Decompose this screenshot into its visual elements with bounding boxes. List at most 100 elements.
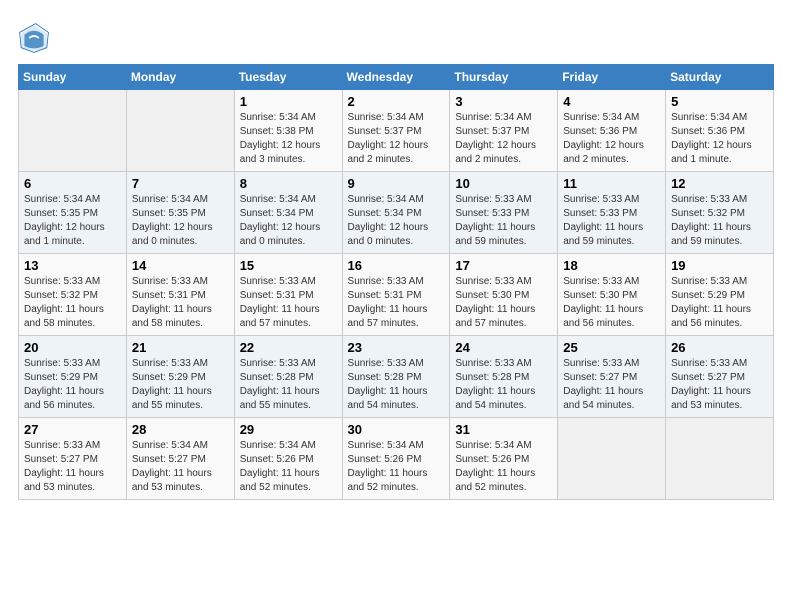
calendar-cell: 30 Sunrise: 5:34 AMSunset: 5:26 PMDayligh… (342, 418, 450, 500)
calendar-cell (558, 418, 666, 500)
day-number: 15 (240, 258, 337, 273)
day-info: Sunrise: 5:34 AMSunset: 5:37 PMDaylight:… (455, 111, 552, 167)
day-info: Sunrise: 5:33 AMSunset: 5:31 PMDaylight:… (240, 275, 337, 331)
day-number: 10 (455, 176, 552, 191)
calendar-cell: 7 Sunrise: 5:34 AMSunset: 5:35 PMDaylight… (126, 172, 234, 254)
day-number: 9 (348, 176, 445, 191)
calendar-cell: 21 Sunrise: 5:33 AMSunset: 5:29 PMDayligh… (126, 336, 234, 418)
day-info: Sunrise: 5:34 AMSunset: 5:36 PMDaylight:… (563, 111, 660, 167)
day-info: Sunrise: 5:33 AMSunset: 5:30 PMDaylight:… (563, 275, 660, 331)
calendar-cell: 14 Sunrise: 5:33 AMSunset: 5:31 PMDayligh… (126, 254, 234, 336)
calendar-cell: 29 Sunrise: 5:34 AMSunset: 5:26 PMDayligh… (234, 418, 342, 500)
calendar-cell: 27 Sunrise: 5:33 AMSunset: 5:27 PMDayligh… (19, 418, 127, 500)
day-info: Sunrise: 5:33 AMSunset: 5:29 PMDaylight:… (132, 357, 229, 413)
day-info: Sunrise: 5:34 AMSunset: 5:26 PMDaylight:… (240, 439, 337, 495)
day-number: 12 (671, 176, 768, 191)
day-info: Sunrise: 5:34 AMSunset: 5:35 PMDaylight:… (132, 193, 229, 249)
calendar-cell: 4 Sunrise: 5:34 AMSunset: 5:36 PMDaylight… (558, 90, 666, 172)
calendar-cell: 1 Sunrise: 5:34 AMSunset: 5:38 PMDaylight… (234, 90, 342, 172)
calendar-week-row: 27 Sunrise: 5:33 AMSunset: 5:27 PMDayligh… (19, 418, 774, 500)
calendar-cell: 15 Sunrise: 5:33 AMSunset: 5:31 PMDayligh… (234, 254, 342, 336)
calendar-cell: 18 Sunrise: 5:33 AMSunset: 5:30 PMDayligh… (558, 254, 666, 336)
header (18, 18, 774, 54)
calendar-cell: 22 Sunrise: 5:33 AMSunset: 5:28 PMDayligh… (234, 336, 342, 418)
day-number: 8 (240, 176, 337, 191)
day-info: Sunrise: 5:34 AMSunset: 5:26 PMDaylight:… (348, 439, 445, 495)
day-info: Sunrise: 5:34 AMSunset: 5:26 PMDaylight:… (455, 439, 552, 495)
day-number: 24 (455, 340, 552, 355)
calendar-table: SundayMondayTuesdayWednesdayThursdayFrid… (18, 64, 774, 500)
day-number: 27 (24, 422, 121, 437)
calendar-cell (126, 90, 234, 172)
day-info: Sunrise: 5:33 AMSunset: 5:28 PMDaylight:… (455, 357, 552, 413)
day-number: 14 (132, 258, 229, 273)
day-number: 31 (455, 422, 552, 437)
weekday-header-sunday: Sunday (19, 65, 127, 90)
calendar-cell: 10 Sunrise: 5:33 AMSunset: 5:33 PMDayligh… (450, 172, 558, 254)
day-info: Sunrise: 5:33 AMSunset: 5:30 PMDaylight:… (455, 275, 552, 331)
calendar-cell: 24 Sunrise: 5:33 AMSunset: 5:28 PMDayligh… (450, 336, 558, 418)
day-info: Sunrise: 5:33 AMSunset: 5:33 PMDaylight:… (455, 193, 552, 249)
weekday-header-monday: Monday (126, 65, 234, 90)
calendar-cell: 23 Sunrise: 5:33 AMSunset: 5:28 PMDayligh… (342, 336, 450, 418)
calendar-cell (19, 90, 127, 172)
calendar-week-row: 13 Sunrise: 5:33 AMSunset: 5:32 PMDayligh… (19, 254, 774, 336)
day-number: 3 (455, 94, 552, 109)
day-info: Sunrise: 5:33 AMSunset: 5:32 PMDaylight:… (24, 275, 121, 331)
day-info: Sunrise: 5:33 AMSunset: 5:31 PMDaylight:… (132, 275, 229, 331)
day-number: 29 (240, 422, 337, 437)
weekday-header-thursday: Thursday (450, 65, 558, 90)
calendar-week-row: 20 Sunrise: 5:33 AMSunset: 5:29 PMDayligh… (19, 336, 774, 418)
day-number: 25 (563, 340, 660, 355)
calendar-cell: 6 Sunrise: 5:34 AMSunset: 5:35 PMDaylight… (19, 172, 127, 254)
calendar-cell: 20 Sunrise: 5:33 AMSunset: 5:29 PMDayligh… (19, 336, 127, 418)
calendar-cell: 19Sunrise: 5:33 AMSunset: 5:29 PMDayligh… (666, 254, 774, 336)
calendar-cell: 2 Sunrise: 5:34 AMSunset: 5:37 PMDaylight… (342, 90, 450, 172)
day-number: 11 (563, 176, 660, 191)
day-number: 22 (240, 340, 337, 355)
day-number: 19 (671, 258, 768, 273)
day-number: 7 (132, 176, 229, 191)
calendar-cell: 3 Sunrise: 5:34 AMSunset: 5:37 PMDaylight… (450, 90, 558, 172)
day-info: Sunrise: 5:33 AMSunset: 5:29 PMDaylight:… (24, 357, 121, 413)
day-info: Sunrise: 5:33 AMSunset: 5:28 PMDaylight:… (240, 357, 337, 413)
day-info: Sunrise: 5:33 AMSunset: 5:32 PMDaylight:… (671, 193, 768, 249)
day-number: 2 (348, 94, 445, 109)
weekday-header-wednesday: Wednesday (342, 65, 450, 90)
calendar-cell (666, 418, 774, 500)
day-number: 28 (132, 422, 229, 437)
day-number: 18 (563, 258, 660, 273)
weekday-header-tuesday: Tuesday (234, 65, 342, 90)
day-number: 6 (24, 176, 121, 191)
calendar-cell: 31 Sunrise: 5:34 AMSunset: 5:26 PMDayligh… (450, 418, 558, 500)
day-info: Sunrise: 5:33 AMSunset: 5:28 PMDaylight:… (348, 357, 445, 413)
calendar-week-row: 6 Sunrise: 5:34 AMSunset: 5:35 PMDaylight… (19, 172, 774, 254)
day-number: 21 (132, 340, 229, 355)
day-info: Sunrise: 5:34 AMSunset: 5:38 PMDaylight:… (240, 111, 337, 167)
day-number: 4 (563, 94, 660, 109)
day-info: Sunrise: 5:33 AMSunset: 5:33 PMDaylight:… (563, 193, 660, 249)
calendar-cell: 9 Sunrise: 5:34 AMSunset: 5:34 PMDaylight… (342, 172, 450, 254)
day-info: Sunrise: 5:34 AMSunset: 5:37 PMDaylight:… (348, 111, 445, 167)
day-info: Sunrise: 5:34 AMSunset: 5:35 PMDaylight:… (24, 193, 121, 249)
weekday-header-row: SundayMondayTuesdayWednesdayThursdayFrid… (19, 65, 774, 90)
calendar-cell: 11 Sunrise: 5:33 AMSunset: 5:33 PMDayligh… (558, 172, 666, 254)
calendar-cell: 8Sunrise: 5:34 AMSunset: 5:34 PMDaylight… (234, 172, 342, 254)
day-number: 13 (24, 258, 121, 273)
calendar-cell: 12 Sunrise: 5:33 AMSunset: 5:32 PMDayligh… (666, 172, 774, 254)
page: SundayMondayTuesdayWednesdayThursdayFrid… (0, 0, 792, 518)
day-number: 23 (348, 340, 445, 355)
calendar-week-row: 1 Sunrise: 5:34 AMSunset: 5:38 PMDaylight… (19, 90, 774, 172)
day-info: Sunrise: 5:34 AMSunset: 5:27 PMDaylight:… (132, 439, 229, 495)
day-info: Sunrise: 5:33 AMSunset: 5:31 PMDaylight:… (348, 275, 445, 331)
weekday-header-saturday: Saturday (666, 65, 774, 90)
calendar-cell: 28 Sunrise: 5:34 AMSunset: 5:27 PMDayligh… (126, 418, 234, 500)
day-number: 1 (240, 94, 337, 109)
day-info: Sunrise: 5:33 AMSunset: 5:27 PMDaylight:… (24, 439, 121, 495)
logo-icon (18, 22, 50, 54)
day-info: Sunrise: 5:34 AMSunset: 5:34 PMDaylight:… (348, 193, 445, 249)
day-number: 30 (348, 422, 445, 437)
day-number: 26 (671, 340, 768, 355)
calendar-cell: 13 Sunrise: 5:33 AMSunset: 5:32 PMDayligh… (19, 254, 127, 336)
day-number: 20 (24, 340, 121, 355)
